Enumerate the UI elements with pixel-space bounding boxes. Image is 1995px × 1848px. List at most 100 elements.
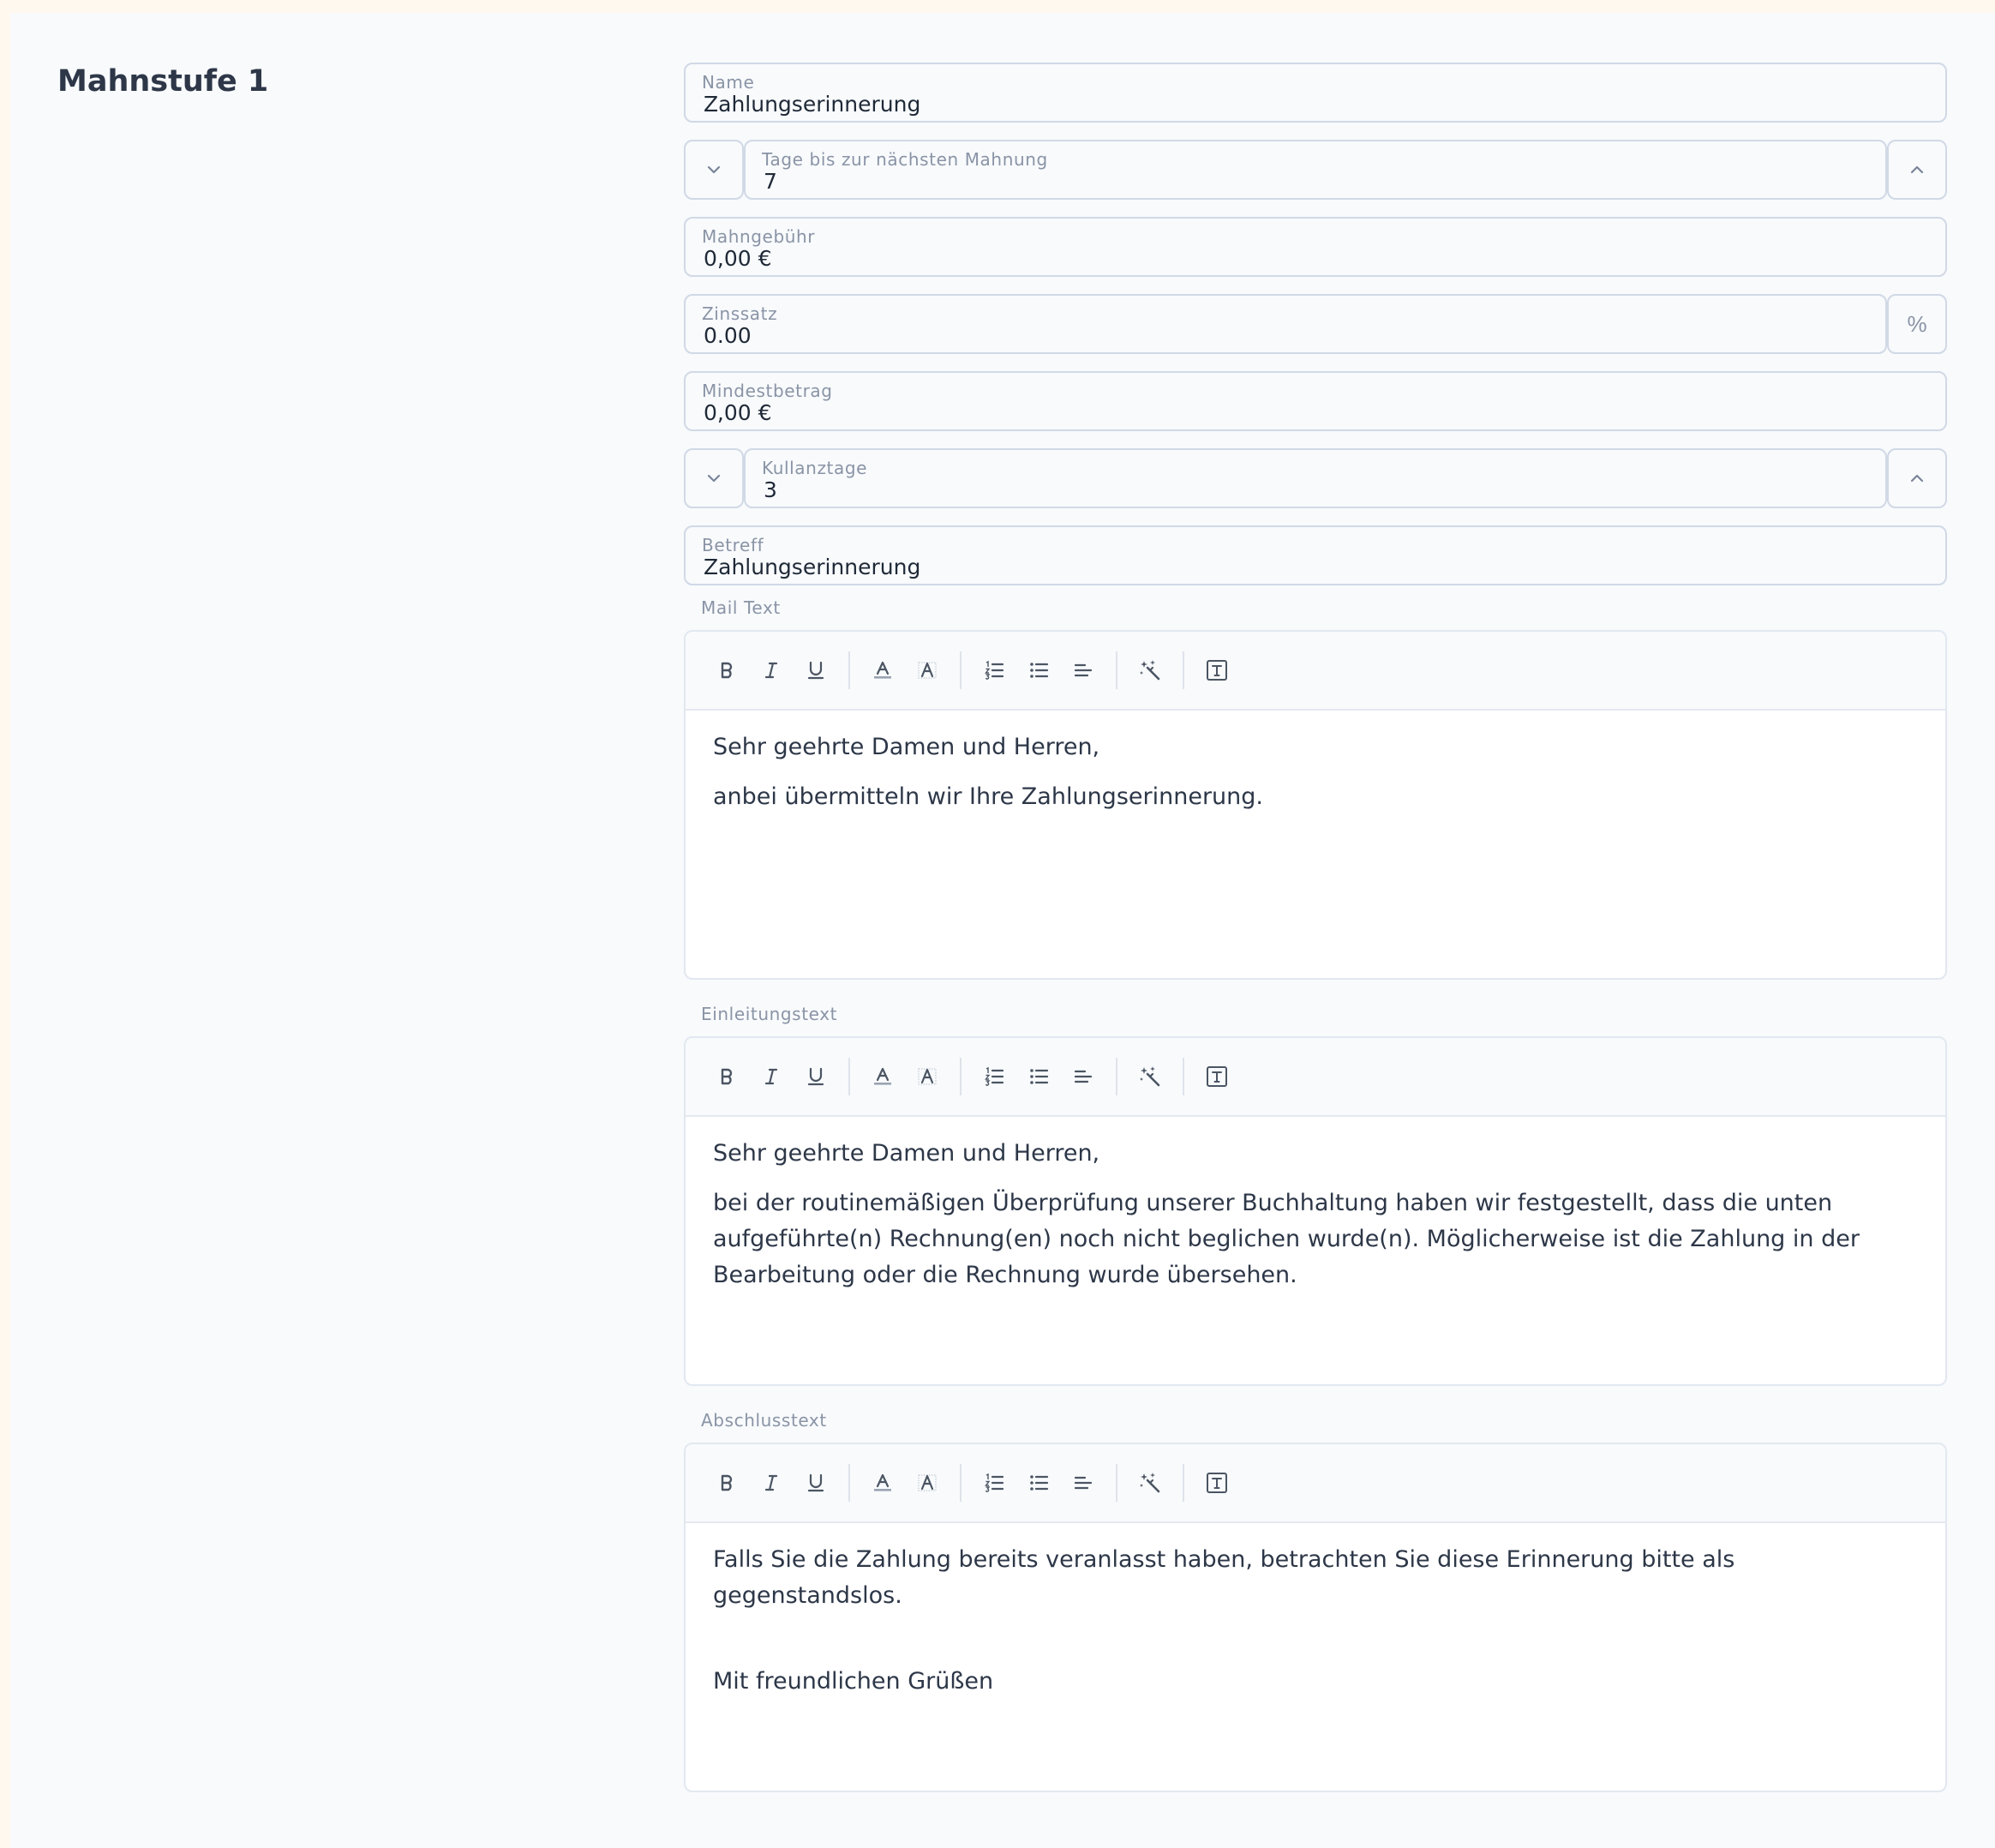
align-button[interactable] [1061, 1461, 1105, 1505]
underline-icon [805, 1472, 827, 1494]
underline-icon [805, 659, 827, 681]
ordered-list-icon [983, 1472, 1005, 1494]
text-color-button[interactable] [860, 1461, 905, 1505]
fee-field[interactable]: Mahngebühr 0,00 € [684, 217, 1947, 277]
toolbar-separator [960, 651, 962, 689]
grace-value[interactable]: 3 [764, 477, 777, 502]
editor-paragraph: bei der routinemäßigen Überprüfung unser… [713, 1190, 1860, 1288]
magic-format-button[interactable] [1128, 1054, 1172, 1099]
name-value[interactable]: Zahlungserinnerung [704, 92, 920, 117]
italic-button[interactable] [749, 648, 794, 693]
highlight-button[interactable] [905, 648, 950, 693]
clear-format-icon [1205, 658, 1229, 682]
text-color-icon [872, 1065, 894, 1088]
days-decrement-button[interactable] [684, 140, 744, 200]
toolbar-separator [1116, 1058, 1117, 1095]
days-label: Tage bis zur nächsten Mahnung [762, 149, 1048, 170]
intro-text-editor: Sehr geehrte Damen und Herren, bei der r… [684, 1036, 1947, 1386]
bold-button[interactable] [704, 1054, 749, 1099]
mail-text-editor: Sehr geehrte Damen und Herren, anbei übe… [684, 630, 1947, 980]
highlight-button[interactable] [905, 1054, 950, 1099]
ordered-list-button[interactable] [972, 1054, 1016, 1099]
editor-paragraph: Falls Sie die Zahlung bereits veranlasst… [713, 1546, 1735, 1609]
percent-suffix: % [1887, 294, 1947, 354]
rate-field[interactable]: Zinssatz 0.00 [684, 294, 1887, 354]
italic-icon [760, 1472, 782, 1494]
highlight-icon [916, 1065, 938, 1088]
days-value[interactable]: 7 [764, 169, 777, 194]
intro-text-label: Einleitungstext [701, 1004, 838, 1024]
text-color-button[interactable] [860, 648, 905, 693]
ordered-list-button[interactable] [972, 648, 1016, 693]
editor-toolbar [686, 1444, 1945, 1523]
bold-icon [716, 1472, 738, 1494]
page: Mahnstufe 1 Name Zahlungserinnerung Tage… [10, 13, 1995, 1848]
rate-value[interactable]: 0.00 [704, 323, 752, 348]
text-format-button[interactable] [1195, 648, 1239, 693]
underline-button[interactable] [794, 1054, 838, 1099]
italic-icon [760, 1065, 782, 1088]
align-left-icon [1072, 1065, 1094, 1088]
align-button[interactable] [1061, 648, 1105, 693]
grace-field[interactable]: Kullanztage 3 [744, 448, 1887, 508]
subject-label: Betreff [702, 535, 764, 555]
name-field[interactable]: Name Zahlungserinnerung [684, 63, 1947, 123]
section-title: Mahnstufe 1 [57, 64, 269, 99]
underline-button[interactable] [794, 1461, 838, 1505]
italic-icon [760, 659, 782, 681]
text-format-button[interactable] [1195, 1461, 1239, 1505]
highlight-button[interactable] [905, 1461, 950, 1505]
bold-icon [716, 659, 738, 681]
clear-format-icon [1205, 1065, 1229, 1089]
magic-wand-icon [1138, 1065, 1162, 1089]
bold-icon [716, 1065, 738, 1088]
mail-text-content[interactable]: Sehr geehrte Damen und Herren, anbei übe… [686, 711, 1945, 848]
bold-button[interactable] [704, 1461, 749, 1505]
magic-format-button[interactable] [1128, 648, 1172, 693]
align-button[interactable] [1061, 1054, 1105, 1099]
intro-text-content[interactable]: Sehr geehrte Damen und Herren, bei der r… [686, 1117, 1945, 1326]
bullet-list-button[interactable] [1016, 648, 1061, 693]
bold-button[interactable] [704, 648, 749, 693]
grace-stepper: Kullanztage 3 [684, 448, 1947, 508]
toolbar-separator [848, 651, 850, 689]
magic-wand-icon [1138, 658, 1162, 682]
closing-text-label: Abschlusstext [701, 1410, 827, 1431]
rate-label: Zinssatz [702, 303, 778, 324]
text-color-button[interactable] [860, 1054, 905, 1099]
chevron-down-icon [707, 165, 721, 174]
italic-button[interactable] [749, 1054, 794, 1099]
name-label: Name [702, 72, 755, 93]
subject-field[interactable]: Betreff Zahlungserinnerung [684, 525, 1947, 585]
bullet-list-button[interactable] [1016, 1054, 1061, 1099]
editor-toolbar [686, 1038, 1945, 1117]
text-color-icon [872, 659, 894, 681]
magic-wand-icon [1138, 1471, 1162, 1495]
days-field[interactable]: Tage bis zur nächsten Mahnung 7 [744, 140, 1887, 200]
grace-increment-button[interactable] [1887, 448, 1947, 508]
days-increment-button[interactable] [1887, 140, 1947, 200]
text-format-button[interactable] [1195, 1054, 1239, 1099]
toolbar-separator [960, 1464, 962, 1502]
bullet-list-icon [1027, 1065, 1050, 1088]
underline-button[interactable] [794, 648, 838, 693]
rate-group: Zinssatz 0.00 % [684, 294, 1947, 354]
align-left-icon [1072, 659, 1094, 681]
bullet-list-button[interactable] [1016, 1461, 1061, 1505]
grace-decrement-button[interactable] [684, 448, 744, 508]
underline-icon [805, 1065, 827, 1088]
italic-button[interactable] [749, 1461, 794, 1505]
editor-paragraph: anbei übermitteln wir Ihre Zahlungserinn… [713, 783, 1263, 810]
magic-format-button[interactable] [1128, 1461, 1172, 1505]
dunning-level-form: Name Zahlungserinnerung Tage bis zur näc… [684, 63, 1947, 1816]
ordered-list-button[interactable] [972, 1461, 1016, 1505]
subject-value[interactable]: Zahlungserinnerung [704, 555, 920, 579]
min-amount-value[interactable]: 0,00 € [704, 400, 772, 425]
closing-text-content[interactable]: Falls Sie die Zahlung bereits veranlasst… [686, 1523, 1945, 1732]
bullet-list-icon [1027, 1472, 1050, 1494]
fee-value[interactable]: 0,00 € [704, 246, 772, 271]
min-amount-field[interactable]: Mindestbetrag 0,00 € [684, 371, 1947, 431]
toolbar-separator [1183, 1464, 1184, 1502]
chevron-up-icon [1910, 474, 1924, 483]
editor-paragraph: Mit freundlichen Grüßen [713, 1668, 994, 1695]
